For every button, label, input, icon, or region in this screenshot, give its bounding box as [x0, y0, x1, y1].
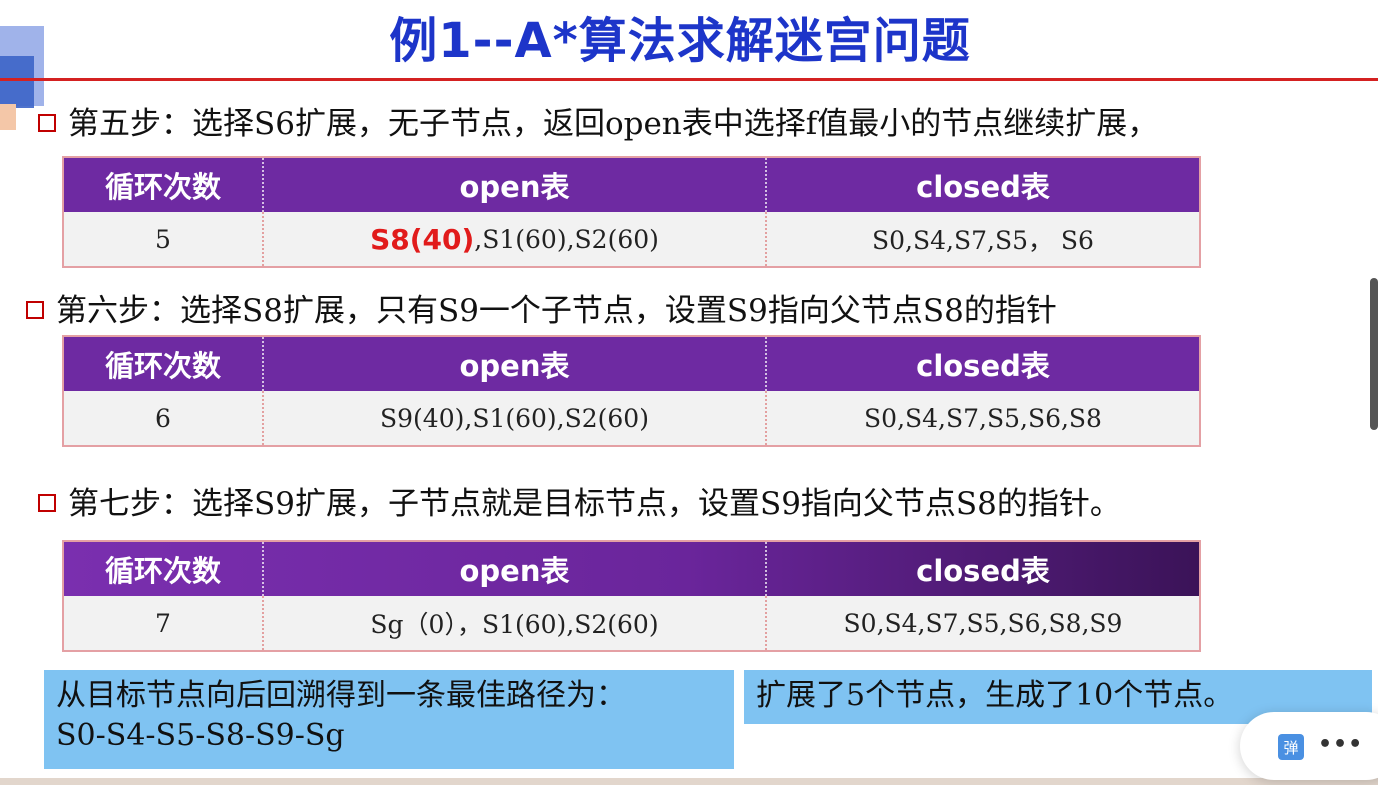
table-row: 6 S9(40),S1(60),S2(60) S0,S4,S7,S5,S6,S8: [64, 391, 1199, 445]
table-step-7: 循环次数 open表 closed表 7 Sg（0），S1(60),S2(60)…: [62, 540, 1201, 652]
cell-loop: 5: [64, 212, 264, 266]
header-open: open表: [264, 158, 767, 212]
cell-loop: 6: [64, 391, 264, 445]
decoration-block: [0, 104, 16, 130]
cell-open: S8(40) ,S1(60),S2(60): [264, 212, 767, 266]
header-closed: closed表: [916, 170, 1050, 204]
header-closed: closed表: [916, 349, 1050, 383]
best-path-line1: 从目标节点向后回溯得到一条最佳路径为：: [56, 678, 626, 713]
more-icon[interactable]: •••: [1318, 728, 1362, 762]
step-7-text: 第七步：选择S9扩展，子节点就是目标节点，设置S9指向父节点S8的指针。: [38, 484, 1121, 524]
cell-closed: S0,S4,S7,S5， S6: [872, 226, 1094, 255]
square-bullet-icon: [26, 300, 44, 319]
header-closed: closed表: [916, 554, 1050, 588]
table-header-row: 循环次数 open表 closed表: [64, 542, 1199, 596]
summary-text: 扩展了5个节点，生成了10个节点。: [756, 678, 1234, 713]
step-7-label: 第七步：选择S9扩展，子节点就是目标节点，设置S9指向父节点S8的指针。: [68, 486, 1121, 522]
table-row: 7 Sg（0），S1(60),S2(60) S0,S4,S7,S5,S6,S8,…: [64, 596, 1199, 650]
cell-loop: 7: [64, 596, 264, 650]
square-bullet-icon: [38, 493, 56, 512]
header-loop: 循环次数: [64, 158, 264, 212]
cell-closed: S0,S4,S7,S5,S6,S8,S9: [843, 608, 1123, 638]
open-highlight: S8(40): [370, 222, 475, 256]
bottom-bar: [0, 778, 1378, 785]
scrollbar[interactable]: [1370, 278, 1378, 430]
danmu-button[interactable]: 弹: [1278, 734, 1304, 760]
header-open: open表: [264, 337, 767, 391]
table-header-row: 循环次数 open表 closed表: [64, 337, 1199, 391]
open-rest: ,S1(60),S2(60): [474, 224, 659, 254]
best-path-line2: S0-S4-S5-S8-S9-Sg: [56, 718, 345, 753]
table-step-6: 循环次数 open表 closed表 6 S9(40),S1(60),S2(60…: [62, 335, 1201, 447]
header-loop: 循环次数: [64, 542, 264, 596]
cell-closed: S0,S4,S7,S5,S6,S8: [864, 403, 1102, 433]
step-6-label: 第六步：选择S8扩展，只有S9一个子节点，设置S9指向父节点S8的指针: [56, 293, 1057, 329]
step-5-label: 第五步：选择S6扩展，无子节点，返回open表中选择f值最小的节点继续扩展，: [68, 106, 1159, 142]
square-bullet-icon: [38, 113, 56, 132]
floating-toolbar: 弹 •••: [1240, 712, 1378, 780]
cell-open: Sg（0），S1(60),S2(60): [264, 596, 767, 650]
step-5-text: 第五步：选择S6扩展，无子节点，返回open表中选择f值最小的节点继续扩展，: [38, 104, 1158, 144]
table-header-row: 循环次数 open表 closed表: [64, 158, 1199, 212]
title-rule: [0, 78, 1378, 81]
slide-title: 例1--A*算法求解迷宫问题: [389, 13, 971, 69]
table-row: 5 S8(40) ,S1(60),S2(60) S0,S4,S7,S5， S6: [64, 212, 1199, 266]
step-6-text: 第六步：选择S8扩展，只有S9一个子节点，设置S9指向父节点S8的指针: [26, 291, 1057, 331]
decoration-block: [0, 56, 34, 108]
best-path-box: 从目标节点向后回溯得到一条最佳路径为： S0-S4-S5-S8-S9-Sg: [44, 670, 734, 769]
header-loop: 循环次数: [64, 337, 264, 391]
header-open: open表: [264, 542, 767, 596]
cell-open: S9(40),S1(60),S2(60): [264, 391, 767, 445]
table-step-5: 循环次数 open表 closed表 5 S8(40) ,S1(60),S2(60…: [62, 156, 1201, 268]
